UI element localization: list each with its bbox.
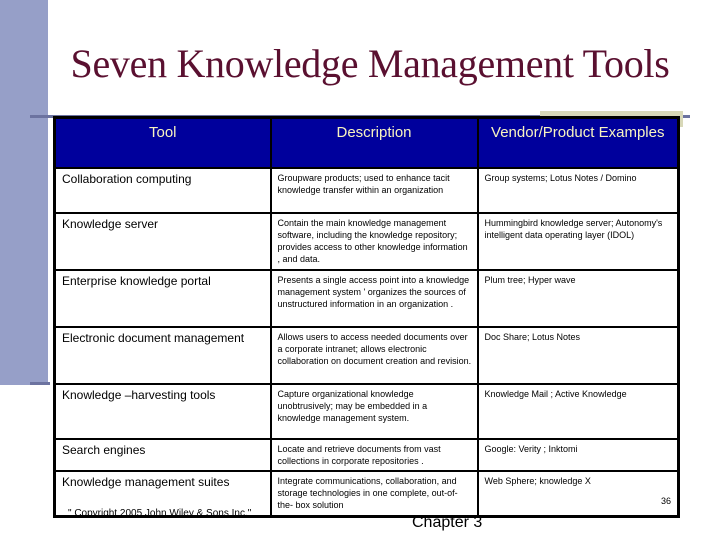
vendor-cell: Plum tree; Hyper wave: [476, 269, 680, 328]
tool-cell: Search engines: [53, 438, 272, 472]
description-cell: Groupware products; used to enhance taci…: [269, 167, 479, 214]
description-cell: Contain the main knowledge management so…: [269, 212, 479, 271]
left-decorative-tick: [30, 382, 50, 385]
vendor-cell: Group systems; Lotus Notes / Domino: [476, 167, 680, 214]
table-row: Knowledge –harvesting tools Capture orga…: [53, 383, 680, 440]
vendor-cell: Hummingbird knowledge server; Autonomy's…: [476, 212, 680, 271]
header-row: Tool Description Vendor/Product Examples: [53, 116, 680, 169]
description-cell: Allows users to access needed documents …: [269, 326, 479, 385]
description-cell: Locate and retrieve documents from vast …: [269, 438, 479, 472]
copyright-notice: " Copyright 2005 John Wiley & Sons Inc.": [68, 508, 252, 519]
tool-cell: Knowledge server: [53, 212, 272, 271]
vendor-cell: Google: Verity ; Inktomi: [476, 438, 680, 472]
table-row: Collaboration computing Groupware produc…: [53, 167, 680, 214]
description-cell: Presents a single access point into a kn…: [269, 269, 479, 328]
header-description: Description: [269, 116, 479, 169]
tool-cell: Knowledge –harvesting tools: [53, 383, 272, 440]
vendor-cell: Doc Share; Lotus Notes: [476, 326, 680, 385]
description-cell: Capture organizational knowledge unobtru…: [269, 383, 479, 440]
table-row: Search engines Locate and retrieve docum…: [53, 438, 680, 472]
page-number: 36: [661, 496, 672, 506]
km-tools-table: Tool Description Vendor/Product Examples…: [53, 116, 680, 518]
table-row: Enterprise knowledge portal Presents a s…: [53, 269, 680, 328]
table-row: Knowledge server Contain the main knowle…: [53, 212, 680, 271]
vendor-cell: Web Sphere; knowledge X: [476, 470, 680, 518]
tool-cell: Enterprise knowledge portal: [53, 269, 272, 328]
table-row: Electronic document management Allows us…: [53, 326, 680, 385]
slide-title: Seven Knowledge Management Tools: [70, 41, 670, 86]
header-vendors: Vendor/Product Examples: [476, 116, 680, 169]
tool-cell: Electronic document management: [53, 326, 272, 385]
vendor-cell: Knowledge Mail ; Active Knowledge: [476, 383, 680, 440]
tool-cell: Collaboration computing: [53, 167, 272, 214]
header-tool: Tool: [53, 116, 272, 169]
chapter-label: Chapter 3: [412, 514, 483, 531]
description-cell: Integrate communications, collaboration,…: [269, 470, 479, 518]
left-decorative-bar: [0, 0, 48, 385]
